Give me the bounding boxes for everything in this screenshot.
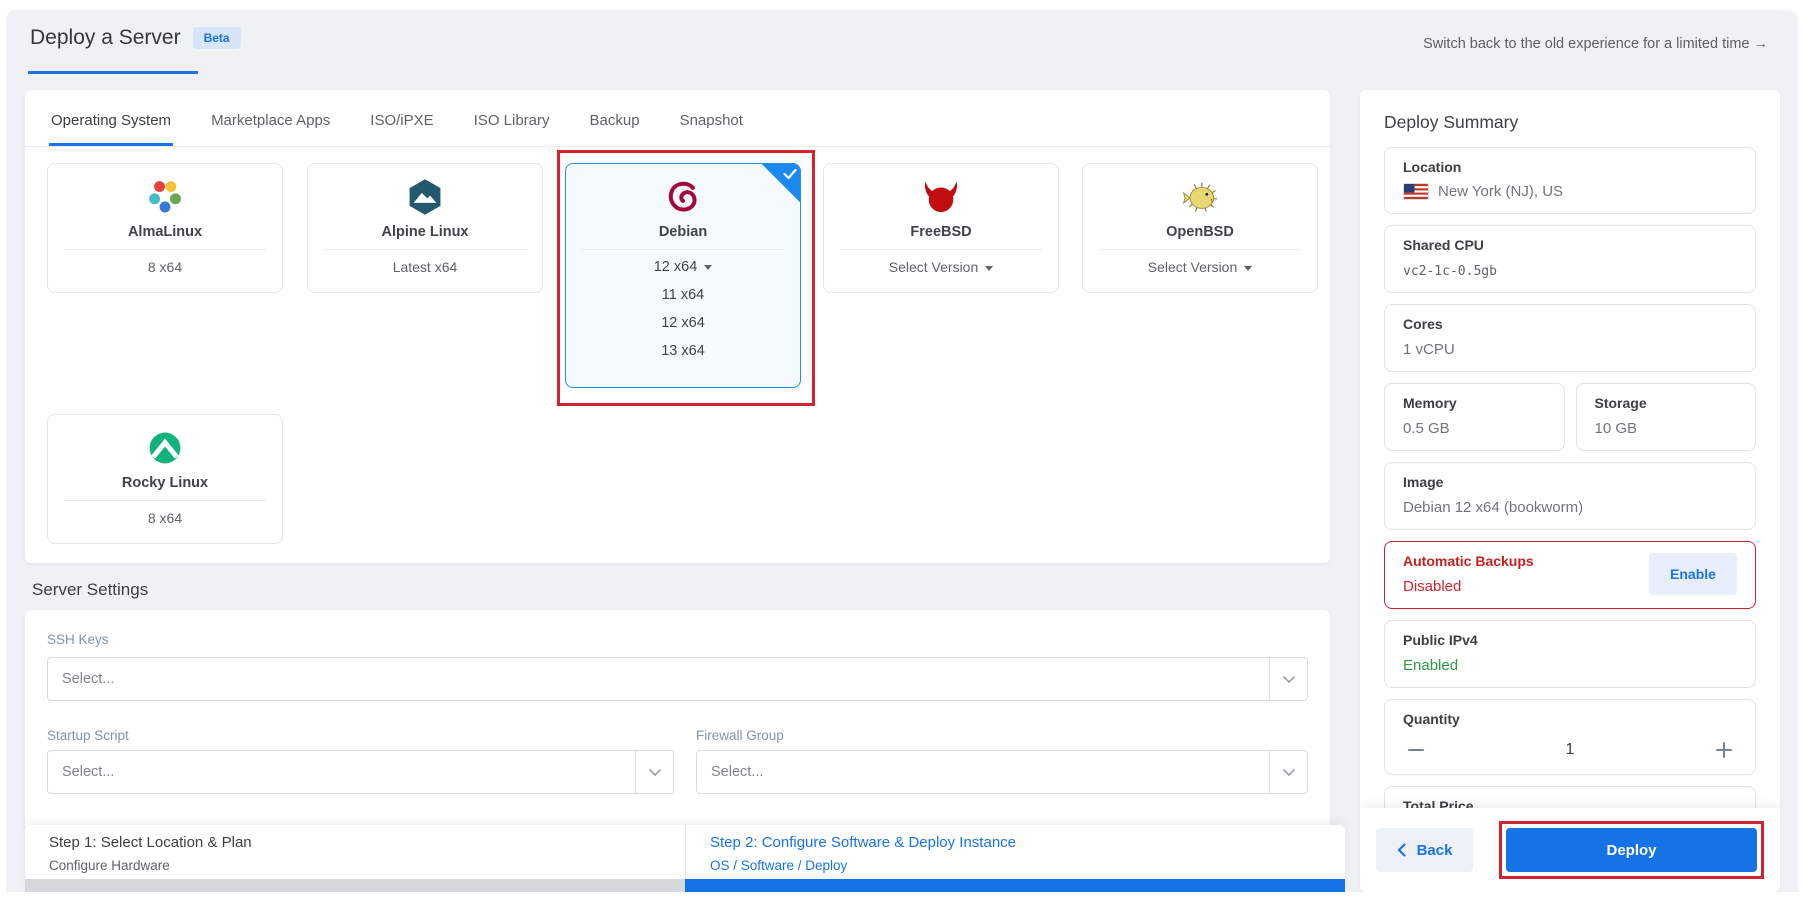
chevron-down-icon	[1269, 751, 1307, 793]
back-button[interactable]: Back	[1376, 828, 1473, 872]
step-2-progress	[685, 879, 1345, 892]
step-2-subtitle: OS / Software / Deploy	[710, 858, 1345, 873]
page: Deploy a Server Beta Switch back to the …	[6, 10, 1798, 892]
location-value: New York (NJ), US	[1438, 183, 1563, 200]
storage-value: 10 GB	[1595, 420, 1738, 437]
plus-icon	[1716, 742, 1732, 758]
summary-image-card: Image Debian 12 x64 (bookworm)	[1384, 462, 1756, 530]
step-progress-bar	[25, 879, 1345, 892]
openbsd-version-select[interactable]: Select Version	[1083, 259, 1317, 275]
os-name: FreeBSD	[824, 224, 1058, 240]
switch-old-experience-link[interactable]: Switch back to the old experience for a …	[1423, 36, 1768, 52]
steps-bar: Step 1: Select Location & Plan Configure…	[25, 825, 1345, 892]
freebsd-version-select[interactable]: Select Version	[824, 259, 1058, 275]
startup-script-select[interactable]: Select...	[47, 750, 674, 794]
deploy-summary-heading: Deploy Summary	[1384, 112, 1756, 133]
enable-backups-button[interactable]: Enable	[1649, 553, 1737, 595]
backups-status: Disabled	[1403, 578, 1534, 595]
os-name: Rocky Linux	[48, 475, 282, 491]
plan-value: vc2-1c-0.5gb	[1403, 264, 1737, 279]
step-1-title: Step 1: Select Location & Plan	[49, 834, 685, 851]
startup-script-label: Startup Script	[47, 728, 129, 743]
os-tabs: Operating System Marketplace Apps ISO/iP…	[25, 90, 1330, 147]
alpine-logo-icon	[308, 177, 542, 217]
page-title: Deploy a Server	[30, 26, 181, 50]
firewall-group-label: Firewall Group	[696, 728, 784, 743]
os-card-alpine-linux[interactable]: Alpine Linux Latest x64	[307, 163, 543, 293]
tab-operating-system[interactable]: Operating System	[49, 112, 173, 146]
quantity-value: 1	[1566, 741, 1575, 759]
os-version[interactable]: Latest x64	[308, 259, 542, 275]
us-flag-icon	[1403, 183, 1429, 200]
step-1-progress	[25, 879, 685, 892]
tab-backup[interactable]: Backup	[588, 112, 642, 146]
summary-memory-card: Memory 0.5 GB	[1384, 383, 1565, 451]
quantity-increase-button[interactable]	[1713, 739, 1735, 761]
deploy-button[interactable]: Deploy	[1506, 828, 1757, 872]
os-card-rocky-linux[interactable]: Rocky Linux 8 x64	[47, 414, 283, 544]
tab-iso-ipxe[interactable]: ISO/iPXE	[368, 112, 435, 146]
os-name: AlmaLinux	[48, 224, 282, 240]
ssh-keys-label: SSH Keys	[47, 632, 109, 647]
memory-value: 0.5 GB	[1403, 420, 1546, 437]
os-version[interactable]: 8 x64	[48, 510, 282, 526]
os-name: OpenBSD	[1083, 224, 1317, 240]
title-underline	[28, 71, 198, 74]
os-card-freebsd[interactable]: FreeBSD Select Version	[823, 163, 1059, 293]
firewall-group-select[interactable]: Select...	[696, 750, 1308, 794]
summary-location-card: Location New York (NJ), US	[1384, 147, 1756, 214]
step-1-subtitle: Configure Hardware	[49, 858, 685, 873]
ipv4-status: Enabled	[1403, 657, 1737, 674]
server-settings-heading: Server Settings	[32, 580, 148, 600]
minus-icon	[1408, 749, 1424, 752]
os-card-almalinux[interactable]: AlmaLinux 8 x64	[47, 163, 283, 293]
summary-quantity-card: Quantity 1	[1384, 699, 1756, 775]
tab-marketplace-apps[interactable]: Marketplace Apps	[209, 112, 332, 146]
cores-value: 1 vCPU	[1403, 341, 1737, 358]
summary-storage-card: Storage 10 GB	[1576, 383, 1757, 451]
chevron-down-icon	[635, 751, 673, 793]
openbsd-logo-icon	[1083, 177, 1317, 217]
quantity-decrease-button[interactable]	[1405, 739, 1427, 761]
deploy-summary-panel: Deploy Summary Location	[1360, 90, 1780, 892]
annotation-box-debian	[557, 150, 815, 406]
rocky-linux-logo-icon	[48, 428, 282, 468]
os-version[interactable]: 8 x64	[48, 259, 282, 275]
os-card-openbsd[interactable]: OpenBSD Select Version	[1082, 163, 1318, 293]
beta-badge: Beta	[193, 27, 241, 49]
step-2-title: Step 2: Configure Software & Deploy Inst…	[710, 834, 1345, 851]
ssh-keys-select[interactable]: Select...	[47, 657, 1308, 701]
freebsd-logo-icon	[824, 177, 1058, 217]
chevron-down-icon	[1269, 658, 1307, 700]
summary-ipv4-card: Public IPv4 Enabled	[1384, 620, 1756, 688]
summary-cores-card: Cores 1 vCPU	[1384, 304, 1756, 372]
server-settings-panel: SSH Keys Select... Startup Script Select…	[25, 610, 1330, 830]
os-name: Alpine Linux	[308, 224, 542, 240]
sidebar-footer: Back Deploy	[1360, 808, 1780, 892]
chevron-left-icon	[1397, 843, 1406, 857]
caret-down-icon	[985, 266, 993, 271]
tab-iso-library[interactable]: ISO Library	[472, 112, 552, 146]
caret-down-icon	[1244, 266, 1252, 271]
summary-backups-card: Automatic Backups Disabled Enable	[1384, 541, 1756, 609]
almalinux-logo-icon	[48, 177, 282, 217]
summary-plan-card: Shared CPU vc2-1c-0.5gb	[1384, 225, 1756, 293]
tab-snapshot[interactable]: Snapshot	[678, 112, 745, 146]
image-value: Debian 12 x64 (bookworm)	[1403, 499, 1737, 516]
annotation-box-deploy: Deploy	[1499, 821, 1764, 879]
